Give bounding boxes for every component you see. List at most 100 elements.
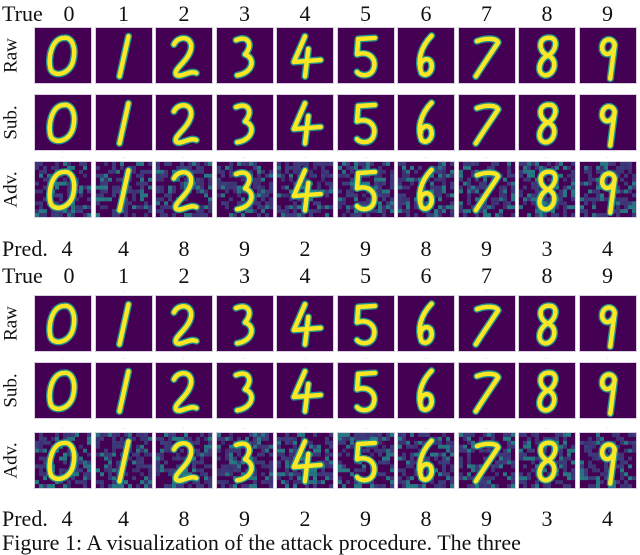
noise-pixel [345, 173, 350, 178]
noise-pixel [559, 456, 563, 461]
noise-pixel [591, 444, 596, 449]
noise-pixel [402, 440, 406, 445]
noise-pixel [99, 181, 104, 186]
noise-pixel [99, 193, 104, 198]
noise-pixel [119, 162, 124, 166]
noise-pixel [474, 162, 479, 166]
noise-pixel [389, 209, 394, 214]
noise-pixel [208, 197, 212, 202]
noise-pixel [373, 433, 378, 437]
noise-pixel [381, 472, 386, 477]
noise-pixel [527, 448, 531, 453]
noise-pixel [196, 440, 200, 445]
true-digit-label: 4 [299, 263, 311, 288]
noise-pixel [402, 162, 406, 166]
noise-pixel [510, 444, 515, 449]
noise-pixel [47, 440, 51, 445]
noise-pixel [164, 444, 168, 449]
noise-pixel [119, 436, 124, 441]
noise-pixel [123, 205, 128, 210]
noise-pixel [131, 189, 136, 194]
noise-pixel [75, 209, 79, 214]
noise-pixel [248, 209, 253, 214]
noise-pixel [623, 205, 628, 210]
noise-pixel [523, 169, 527, 174]
noise-pixel [381, 162, 386, 166]
noise-pixel [240, 177, 245, 182]
noise-pixel [43, 484, 47, 488]
noise-pixel [244, 162, 249, 166]
noise-pixel [115, 189, 120, 194]
noise-pixel [506, 460, 511, 465]
noise-pixel [309, 480, 313, 485]
noise-pixel [139, 480, 144, 485]
noise-pixel [103, 452, 108, 457]
noise-pixel [377, 472, 382, 477]
noise-pixel [506, 162, 511, 166]
noise-pixel [591, 440, 596, 445]
noise-pixel [519, 433, 523, 437]
noise-pixel [446, 460, 450, 465]
noise-pixel [123, 213, 128, 217]
noise-pixel [87, 436, 91, 441]
noise-pixel [99, 177, 104, 182]
noise-pixel [83, 448, 87, 453]
noise-pixel [398, 201, 402, 206]
noise-pixel [325, 213, 329, 217]
noise-pixel [111, 484, 116, 488]
noise-pixel [309, 173, 313, 178]
noise-pixel [256, 433, 261, 437]
noise-pixel [79, 460, 83, 465]
noise-pixel [168, 440, 172, 445]
noise-pixel [168, 193, 172, 198]
noise-pixel [482, 480, 487, 485]
noise-pixel [228, 165, 233, 170]
noise-pixel [252, 444, 257, 449]
noise-pixel [450, 440, 454, 445]
noise-pixel [192, 213, 196, 217]
noise-pixel [63, 484, 67, 488]
noise-pixel [349, 205, 354, 210]
noise-pixel [83, 476, 87, 481]
noise-pixel [377, 165, 382, 170]
noise-pixel [208, 205, 212, 210]
noise-pixel [297, 476, 301, 481]
noise-pixel [438, 440, 442, 445]
noise-pixel [188, 484, 192, 488]
noise-pixel [510, 189, 515, 194]
noise-pixel [490, 468, 495, 473]
noise-pixel [389, 464, 394, 469]
noise-pixel [313, 209, 317, 214]
noise-pixel [385, 456, 390, 461]
noise-pixel [381, 177, 386, 182]
noise-pixel [571, 181, 575, 186]
noise-pixel [240, 213, 245, 217]
noise-pixel [216, 169, 221, 174]
noise-pixel [67, 213, 71, 217]
noise-pixel [510, 484, 515, 488]
noise-pixel [107, 177, 112, 182]
digit-image-adv [578, 161, 637, 218]
noise-pixel [398, 456, 402, 461]
noise-pixel [559, 189, 563, 194]
noise-pixel [623, 201, 628, 206]
noise-pixel [345, 181, 350, 186]
noise-pixel [486, 433, 491, 437]
noise-pixel [196, 165, 200, 170]
noise-pixel [204, 464, 208, 469]
noise-pixel [103, 173, 108, 178]
noise-pixel [587, 436, 592, 441]
row-label-adv: Adv. [0, 442, 22, 479]
noise-pixel [450, 452, 454, 457]
noise-pixel [236, 464, 241, 469]
noise-pixel [111, 444, 116, 449]
noise-pixel [466, 181, 471, 186]
noise-pixel [450, 181, 454, 186]
noise-pixel [389, 173, 394, 178]
noise-pixel [531, 201, 535, 206]
noise-pixel [244, 436, 249, 441]
noise-pixel [470, 464, 475, 469]
noise-pixel [329, 444, 333, 449]
noise-pixel [587, 173, 592, 178]
noise-pixel [147, 205, 152, 210]
